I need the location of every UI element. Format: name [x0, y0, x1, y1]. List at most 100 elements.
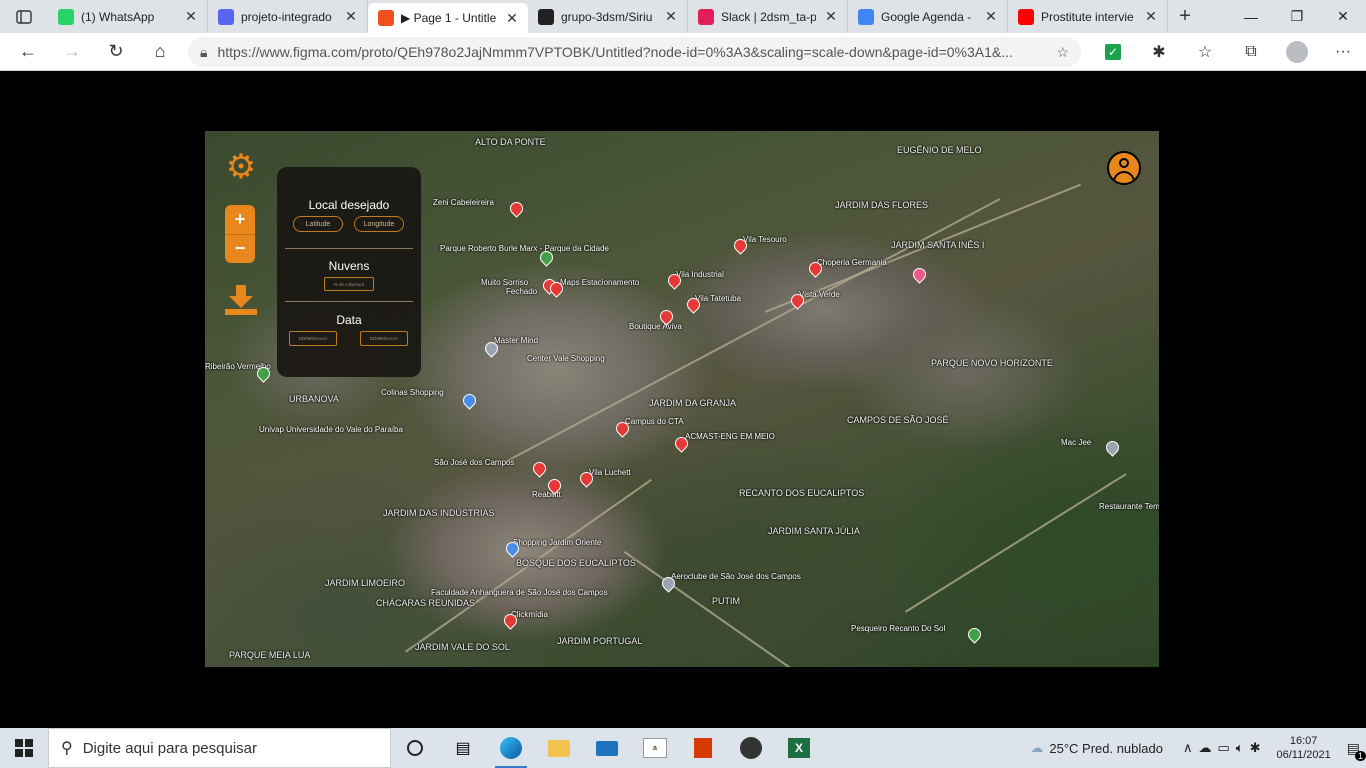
map-label[interactable]: JARDIM PORTUGAL [557, 636, 642, 646]
map-label[interactable]: PARQUE MEIA LUA [229, 650, 310, 660]
cloud-icon[interactable]: ☁ [1199, 740, 1212, 756]
tab-close-icon[interactable]: ✕ [1143, 8, 1159, 25]
map-label[interactable]: Fechado [506, 287, 537, 296]
profile-avatar[interactable] [1274, 33, 1320, 71]
map-label[interactable]: Colinas Shopping [381, 388, 444, 397]
map-pin-icon[interactable] [533, 462, 544, 475]
map-label[interactable]: Vila Tesouro [743, 235, 787, 244]
excel-icon[interactable]: X [775, 728, 823, 768]
tab-actions-button[interactable] [0, 0, 48, 33]
longitude-input[interactable]: Longitude [354, 216, 404, 232]
mail-icon[interactable] [583, 728, 631, 768]
extensions-icon[interactable]: ✱ [1136, 33, 1182, 71]
map-label[interactable]: URBANOVA [289, 394, 339, 404]
new-tab-button[interactable]: + [1168, 0, 1202, 33]
restore-button[interactable]: ❐ [1274, 0, 1320, 33]
show-hidden-icons-icon[interactable]: ∧ [1183, 740, 1193, 756]
map-pin-icon[interactable] [506, 542, 517, 555]
url-text[interactable]: https://www.figma.com/proto/QEh978o2JajN… [217, 44, 1046, 60]
amazon-icon[interactable]: a [631, 728, 679, 768]
map-label[interactable]: JARDIM DA GRANJA [649, 398, 736, 408]
map-label[interactable]: Faculdade Anhanguera de São José dos Cam… [431, 588, 608, 597]
browser-tab[interactable]: Prostitute intervie ✕ [1008, 0, 1168, 33]
extension-check-icon[interactable]: ✓ [1090, 33, 1136, 71]
office-icon[interactable] [679, 728, 727, 768]
start-button[interactable] [0, 728, 48, 768]
map-pin-icon[interactable] [791, 294, 802, 307]
map-label[interactable]: PUTIM [712, 596, 740, 606]
browser-tab[interactable]: Google Agenda - ✕ [848, 0, 1008, 33]
network-icon[interactable]: ▭ [1218, 740, 1230, 756]
map-pin-icon[interactable] [687, 298, 698, 311]
map-label[interactable]: Mac Jee [1061, 438, 1091, 447]
map-pin-icon[interactable] [668, 274, 679, 287]
add-favorite-icon[interactable]: ☆ [1056, 44, 1069, 61]
map-pin-icon[interactable] [913, 268, 924, 281]
map-pin-icon[interactable] [540, 251, 551, 264]
minimize-button[interactable]: — [1228, 0, 1274, 33]
map-label[interactable]: EUGÊNIO DE MELO [897, 145, 982, 155]
map-pin-icon[interactable] [734, 239, 745, 252]
map-label[interactable]: JARDIM DAS INDÚSTRIAS [383, 508, 495, 518]
map-label[interactable]: Maps Estacionamento [560, 278, 639, 287]
date-to-input[interactable]: DD/MM/AAAA [360, 331, 408, 346]
map-label[interactable]: Campus do CTA [625, 417, 684, 426]
map-label[interactable]: JARDIM DAS FLORES [835, 200, 928, 210]
forward-button[interactable]: → [50, 33, 94, 71]
map-pin-icon[interactable] [510, 202, 521, 215]
satellite-map[interactable]: ⚙ + − ALTO DA PONTE Zeni Cabeleireira Parq… [205, 131, 1159, 667]
map-pin-icon[interactable] [675, 437, 686, 450]
date-from-input[interactable]: DD/MM/AAAA [289, 331, 337, 346]
file-explorer-icon[interactable] [535, 728, 583, 768]
map-label[interactable]: Parque Roberto Burle Marx - Parque da Ci… [440, 244, 609, 253]
user-avatar-icon[interactable] [1107, 151, 1141, 185]
map-label[interactable]: ACMAST-ENG EM MEIO [685, 432, 775, 441]
map-pin-icon[interactable] [463, 394, 474, 407]
tab-close-icon[interactable]: ✕ [663, 8, 679, 25]
map-label[interactable]: Pesqueiro Recanto Do Sol [851, 624, 945, 633]
map-label[interactable]: CHÁCARAS REUNIDAS [376, 598, 475, 608]
map-pin-icon[interactable] [1106, 441, 1117, 454]
tab-close-icon[interactable]: ✕ [823, 8, 839, 25]
edge-taskbar-icon[interactable] [487, 728, 535, 768]
taskbar-search-box[interactable]: ⚲ Digite aqui para pesquisar [48, 728, 391, 768]
map-pin-icon[interactable] [968, 628, 979, 641]
browser-tab[interactable]: grupo-3dsm/Siriu ✕ [528, 0, 688, 33]
browser-tab[interactable]: projeto-integrado ✕ [208, 0, 368, 33]
tab-close-icon[interactable]: ✕ [183, 8, 199, 25]
notification-center-icon[interactable]: ▤ 1 [1347, 740, 1366, 761]
map-label[interactable]: Vila Luchett [589, 468, 631, 477]
map-label[interactable]: RECANTO DOS EUCALIPTOS [739, 488, 864, 498]
map-label[interactable]: São José dos Campos [434, 458, 515, 467]
map-pin-icon[interactable] [550, 282, 561, 295]
collections-icon[interactable]: ⧉ [1228, 33, 1274, 71]
map-pin-icon[interactable] [660, 310, 671, 323]
map-label[interactable]: Vila Industrial [676, 270, 724, 279]
map-label[interactable]: Choperia Germania [817, 258, 887, 267]
browser-tab[interactable]: ▶ Page 1 - Untitle ✕ [368, 3, 528, 33]
settings-gear-icon[interactable]: ⚙ [223, 149, 259, 185]
map-label[interactable]: BOSQUE DOS EUCALIPTOS [516, 558, 636, 568]
browser-tab[interactable]: Slack | 2dsm_ta-p ✕ [688, 0, 848, 33]
map-label[interactable]: Boutique Aviva [629, 322, 682, 331]
map-label[interactable]: JARDIM LIMOEIRO [325, 578, 405, 588]
obs-camera-icon[interactable] [727, 728, 775, 768]
map-label[interactable]: ALTO DA PONTE [475, 137, 546, 147]
map-label[interactable]: Univap Universidade do Vale do Paraíba [259, 425, 403, 434]
map-label[interactable]: CAMPOS DE SÃO JOSÉ [847, 415, 949, 425]
weather-text[interactable]: 25°C Pred. nublado [1049, 741, 1163, 756]
map-label[interactable]: Vila Tatetuba [695, 294, 741, 303]
tab-close-icon[interactable]: ✕ [504, 10, 520, 27]
map-label[interactable]: JARDIM SANTA INÊS I [891, 240, 984, 250]
close-window-button[interactable]: ✕ [1320, 0, 1366, 33]
map-label[interactable]: Master Mind [494, 336, 538, 345]
map-pin-icon[interactable] [548, 479, 559, 492]
home-button[interactable]: ⌂ [138, 33, 182, 71]
clouds-input[interactable]: % de cobertura [324, 277, 374, 291]
zoom-out-button[interactable]: − [225, 235, 255, 264]
clock[interactable]: 16:07 06/11/2021 [1277, 734, 1331, 762]
bluetooth-icon[interactable]: ✱ [1250, 740, 1261, 756]
map-label[interactable]: Aeroclube de São José dos Campos [671, 572, 801, 581]
tab-close-icon[interactable]: ✕ [983, 8, 999, 25]
map-label[interactable]: Restaurante Tempero Caip [1099, 502, 1159, 511]
